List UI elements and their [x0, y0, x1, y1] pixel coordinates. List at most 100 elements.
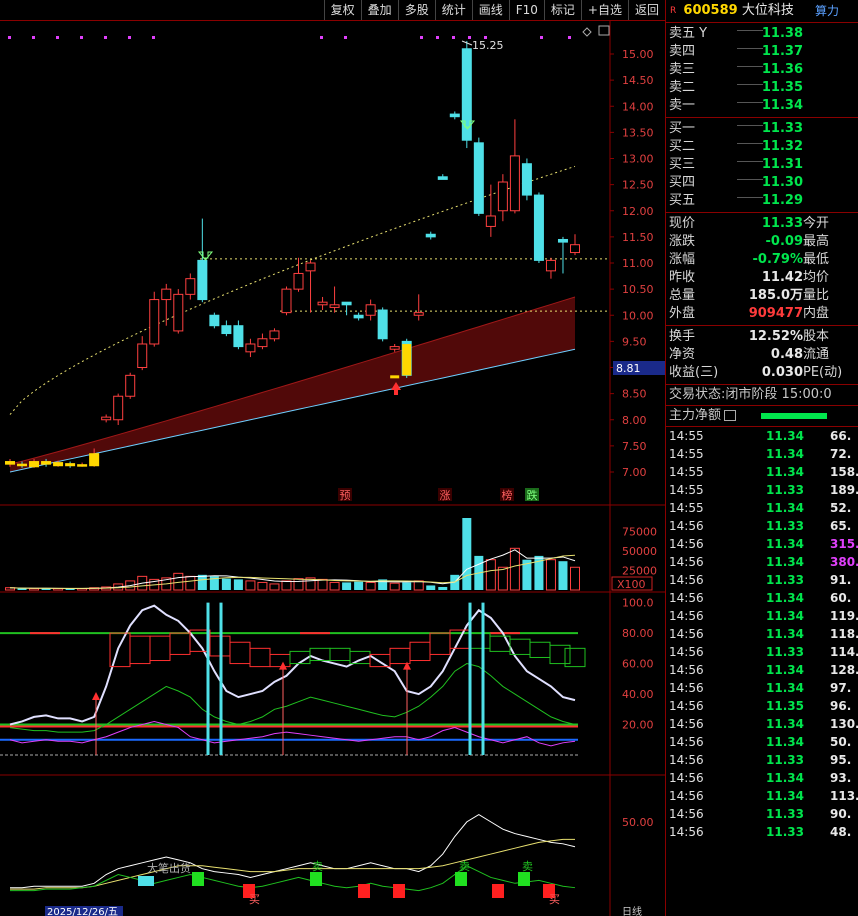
- vol-bar: [354, 581, 364, 590]
- marker-dot: [128, 36, 131, 39]
- bottom-annotation: 大笔出货: [147, 861, 191, 875]
- date-label: 2025/12/26/五: [47, 907, 118, 916]
- candle-body: [329, 304, 340, 308]
- osc-step-box: [229, 641, 251, 665]
- vol-bar: [281, 580, 292, 591]
- candle-body: [570, 244, 580, 254]
- osc-step-box: [269, 653, 291, 668]
- bottom-annotation: 卖: [312, 860, 323, 873]
- price-tick: 14.50: [622, 74, 654, 87]
- price-tick: 11.00: [622, 257, 654, 270]
- toolbar-btn-3[interactable]: 统计: [434, 0, 472, 20]
- toolbar-btn-4[interactable]: 画线: [471, 0, 509, 20]
- tick-list[interactable]: 14:55 11.34 66. 14:55 11.34 72. 14:55 11.34 158.…: [666, 427, 858, 841]
- candle-body: [533, 194, 544, 261]
- toolbar-btn-8[interactable]: 返回: [627, 0, 665, 20]
- stock-tag[interactable]: 算力: [815, 0, 839, 22]
- vol-unit: X100: [617, 578, 646, 591]
- vol-bar: [389, 582, 400, 591]
- toolbar-btn-2[interactable]: 多股: [397, 0, 435, 20]
- event-label: 跌: [527, 488, 538, 502]
- price-tick: 10.00: [622, 309, 654, 322]
- candle-body: [365, 304, 376, 316]
- toolbar-btn-6[interactable]: 标记: [543, 0, 581, 20]
- candle-body: [413, 312, 424, 316]
- marker-dot: [420, 36, 423, 39]
- vol-bar: [185, 575, 196, 591]
- marker-dot: [540, 36, 543, 39]
- osc-step-box: [409, 641, 431, 662]
- vol-bar: [257, 581, 268, 591]
- tick-row: 14:55 11.34 52.: [669, 501, 852, 515]
- candle-body: [281, 288, 292, 314]
- candle-body: [209, 314, 220, 327]
- dropdown-icon[interactable]: [724, 410, 737, 421]
- candle-body: [353, 314, 364, 319]
- bottom-cyan-marker: [138, 876, 154, 886]
- tick-row: 14:55 11.34 158.: [669, 465, 858, 479]
- candle-body: [149, 299, 160, 345]
- flow-bar: [761, 413, 827, 419]
- osc-tick: 20.00: [622, 719, 654, 732]
- candle-body: [5, 461, 15, 465]
- candle-body: [509, 155, 520, 212]
- kline-chart[interactable]: 15.00 14.50 14.00 13.50 13.00 12.50 12.00 11.50…: [0, 0, 665, 916]
- diamond-icon: [582, 27, 592, 37]
- quote-info: 现价 11.33 今开 涨跌 -0.09 最高 涨幅 -0.79% 最低 昨收 11.42 均价 总量 1…: [666, 213, 858, 326]
- osc-tick: 60.00: [622, 658, 654, 671]
- quote-row: 昨收 11.42 均价: [669, 270, 830, 285]
- vol-tick: 25000: [622, 565, 657, 578]
- event-label: 预: [340, 489, 351, 502]
- candle-body: [29, 461, 40, 468]
- tick-row: 14:56 11.35 96.: [669, 699, 852, 713]
- vol-bar: [17, 588, 27, 590]
- toolbar-btn-5[interactable]: F10: [508, 0, 544, 20]
- tick-row: 14:56 11.33 90.: [669, 807, 852, 821]
- vol-bar: [438, 586, 448, 590]
- price-tick: 14.00: [622, 100, 654, 113]
- price-tick: 13.00: [622, 153, 654, 166]
- tick-row: 14:56 11.33 114.: [669, 645, 858, 659]
- bid-row: 买五 11.29: [669, 193, 803, 208]
- vol-bar: [245, 580, 256, 591]
- tick-row: 14:56 11.33 65.: [669, 519, 852, 533]
- marker-dot: [32, 36, 35, 39]
- price-tick: 8.00: [622, 414, 647, 427]
- main-flow[interactable]: 主力净额: [666, 406, 858, 427]
- candle-body: [101, 416, 112, 421]
- candle-body: [257, 338, 268, 348]
- ask-row: 卖五 Y 11.38: [669, 26, 803, 41]
- buy-marker: [518, 872, 530, 886]
- marker-dot: [56, 36, 59, 39]
- stock-code: 600589: [683, 3, 738, 18]
- candle-body: [53, 462, 64, 467]
- ask-book: 卖五 Y 11.38 卖四 11.37 卖三 11.36 卖二 11.35 卖一 11.34: [666, 23, 858, 118]
- candle-body: [485, 215, 496, 227]
- toolbar-btn-1[interactable]: 叠加: [360, 0, 398, 20]
- candle-body: [293, 272, 304, 290]
- bid-row: 买三 11.31: [669, 157, 803, 172]
- trade-status: 交易状态:闭市阶段 15:00:0: [666, 385, 858, 406]
- quote-row: 现价 11.33 今开: [669, 216, 830, 231]
- price-tick: 7.00: [622, 466, 647, 479]
- candle-body: [425, 233, 436, 238]
- tick-row: 14:56 11.34 118.: [669, 627, 858, 641]
- tick-row: 14:56 11.34 315.: [669, 537, 858, 551]
- toolbar-btn-7[interactable]: +自选: [580, 0, 628, 20]
- marker-dot: [468, 36, 471, 39]
- band-upper: [9, 296, 576, 465]
- tick-row: 14:55 11.33 189.: [669, 483, 858, 497]
- toolbar-btn-0[interactable]: 复权: [323, 0, 361, 20]
- candle-body: [77, 464, 88, 467]
- financial-info: 换手 12.52% 股本 净资 0.48 流通 收益(三) 0.030 PE(动): [666, 326, 858, 385]
- ask-row: 卖四 11.37: [669, 44, 803, 59]
- vol-bar: [197, 574, 207, 590]
- candle-body: [545, 259, 556, 272]
- marker-dot: [344, 36, 347, 39]
- quote-panel: R 600589 大位科技 算力 卖五 Y 11.38 卖四 11.37 卖三 11.36…: [665, 0, 858, 916]
- osc-tick: 80.00: [622, 627, 654, 640]
- price-tick: 15.00: [622, 48, 654, 61]
- stock-title: R 600589 大位科技 算力: [666, 0, 858, 23]
- candle-body: [377, 309, 388, 340]
- buy-marker: [455, 872, 467, 886]
